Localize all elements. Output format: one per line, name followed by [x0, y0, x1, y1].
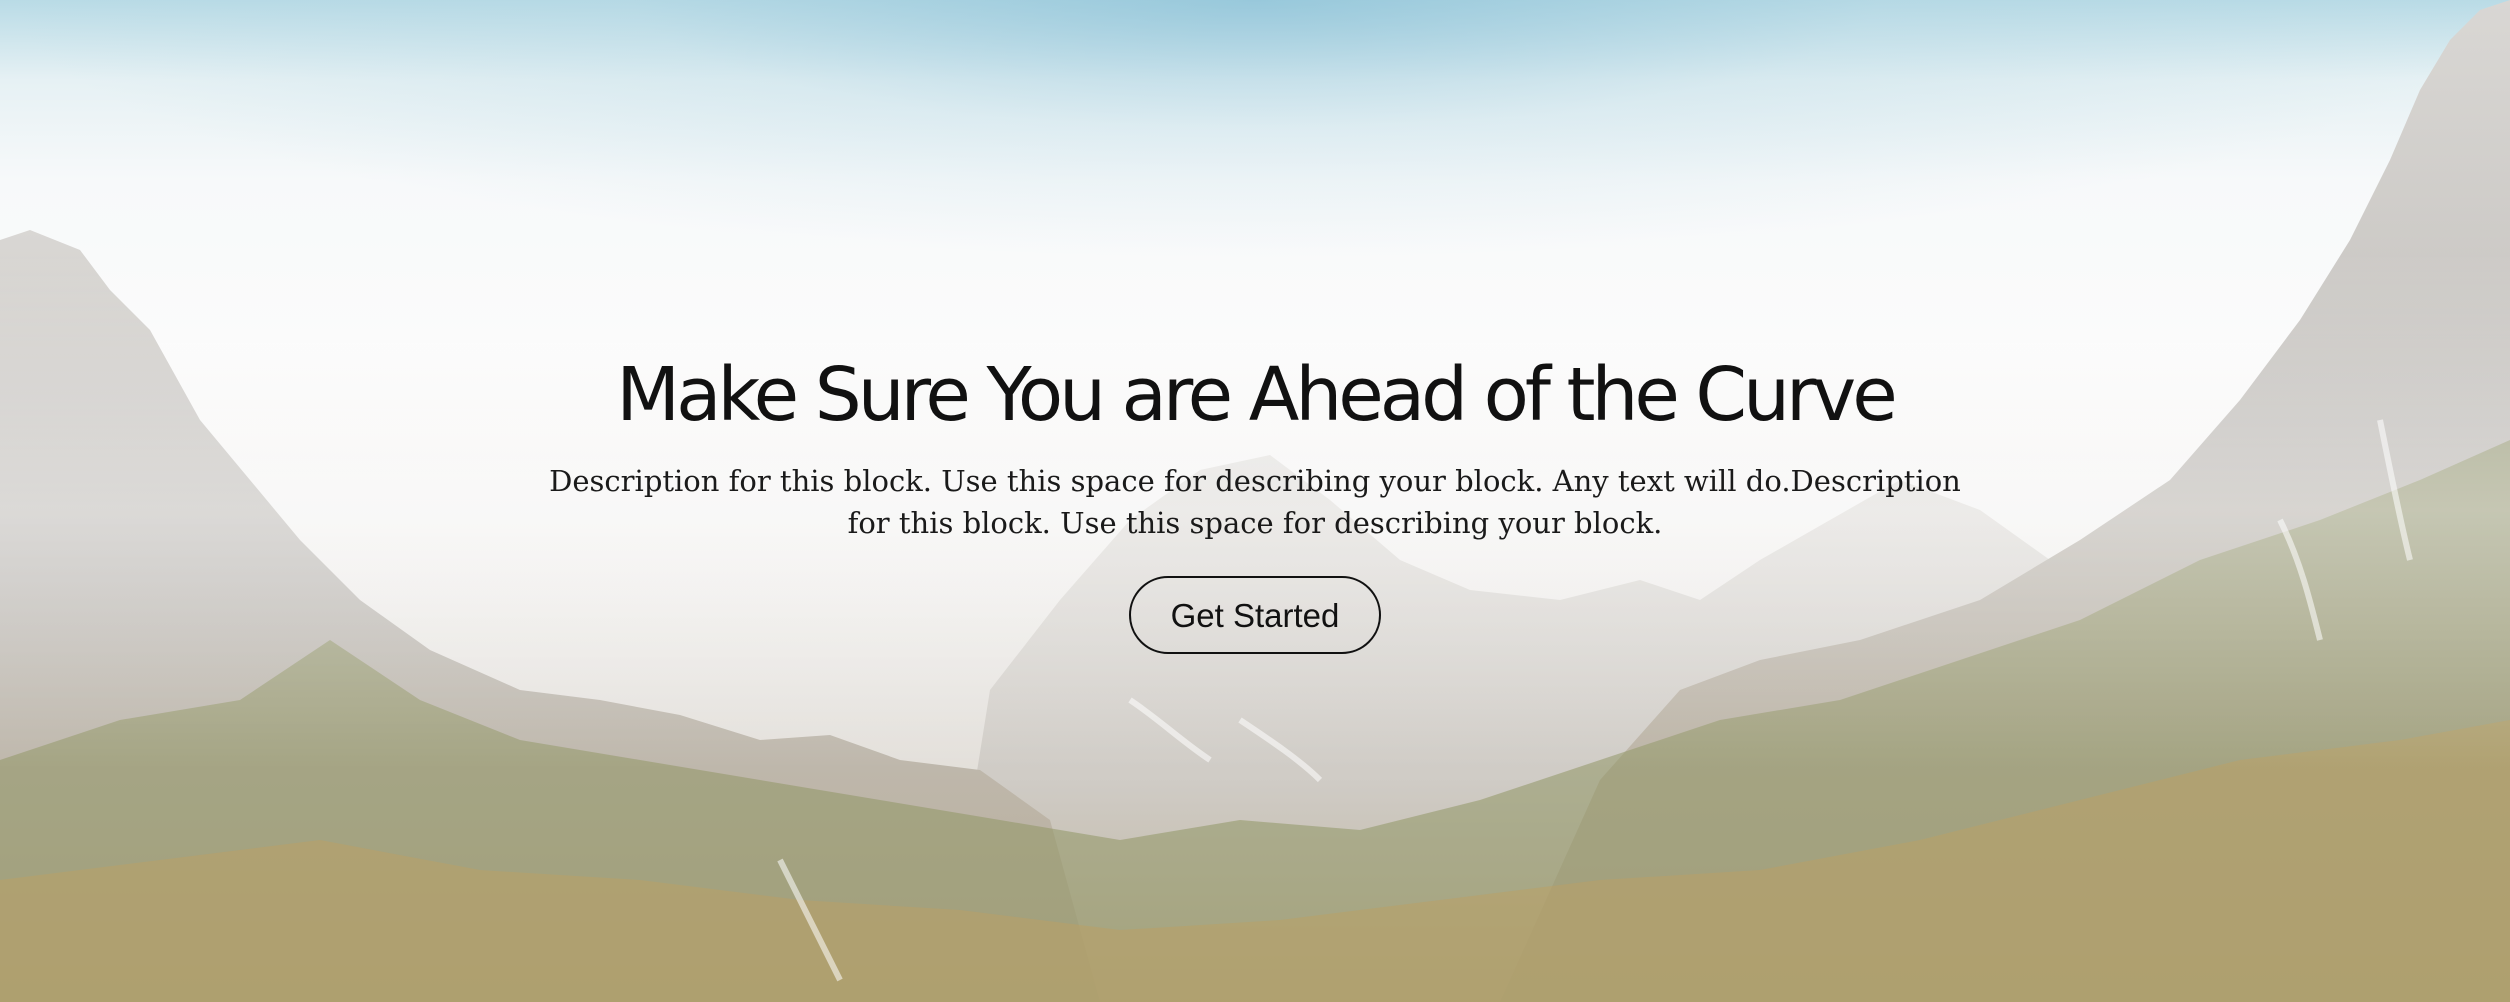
hero-headline: Make Sure You are Ahead of the Curve: [616, 352, 1897, 438]
get-started-button[interactable]: Get Started: [1128, 576, 1382, 654]
hero-section: Make Sure You are Ahead of the Curve Des…: [0, 0, 2510, 1002]
hero-description: Description for this block. Use this spa…: [549, 464, 1961, 540]
hero-content: Make Sure You are Ahead of the Curve Des…: [0, 340, 2510, 654]
